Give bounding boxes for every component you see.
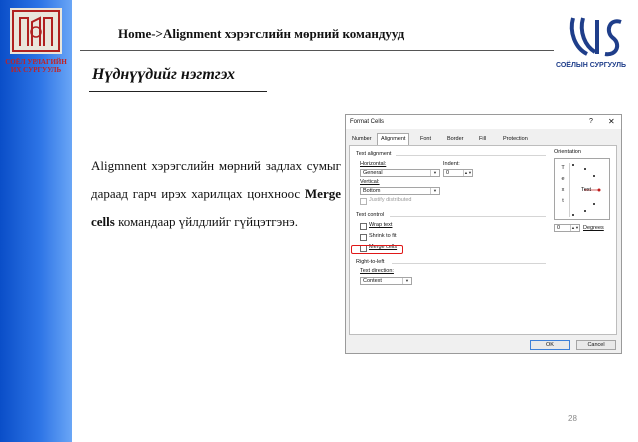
university-logo-icon bbox=[10, 8, 62, 54]
vertical-text-char: x bbox=[561, 187, 565, 193]
help-icon[interactable]: ? bbox=[589, 118, 593, 125]
cancel-button[interactable]: Cancel bbox=[576, 340, 616, 350]
group-divider bbox=[390, 216, 546, 217]
header-divider bbox=[80, 50, 554, 51]
text-control-group-label: Text control bbox=[356, 212, 385, 218]
degrees-label: Degrees bbox=[583, 225, 604, 231]
horizontal-select[interactable]: General ▼ bbox=[360, 169, 440, 177]
format-cells-dialog: Format Cells ? ✕ Number Alignment Font B… bbox=[345, 114, 622, 354]
vertical-text-char: e bbox=[561, 176, 565, 182]
degrees-spinner[interactable]: 0 ▲▼ bbox=[554, 224, 580, 232]
text-direction-select[interactable]: Context ▼ bbox=[360, 277, 412, 285]
vertical-label: Vertical: bbox=[360, 179, 380, 185]
vertical-select-value: Bottom bbox=[363, 188, 381, 194]
justify-distributed-checkbox[interactable] bbox=[360, 198, 367, 205]
vertical-text-char: t bbox=[562, 198, 564, 204]
horizontal-select-value: General bbox=[363, 170, 383, 176]
text-alignment-group-label: Text alignment bbox=[356, 151, 392, 157]
spinner-arrows-icon[interactable]: ▲▼ bbox=[463, 170, 472, 176]
close-icon[interactable]: ✕ bbox=[608, 117, 615, 126]
orientation-group-label: Orientation bbox=[554, 149, 581, 155]
text-direction-label: Text direction: bbox=[360, 268, 394, 274]
vertical-select[interactable]: Bottom ▼ bbox=[360, 187, 440, 195]
left-logo-caption: СОЁЛ УРЛАГИЙН ИХ СУРГУУЛЬ bbox=[5, 58, 67, 74]
ok-button[interactable]: OK bbox=[530, 340, 570, 350]
indent-label: Indent: bbox=[443, 161, 460, 167]
dialog-title: Format Cells bbox=[350, 119, 385, 125]
group-divider bbox=[396, 155, 546, 156]
slide-subtitle: Нүднүүдийг нэгтгэх bbox=[92, 66, 236, 83]
tab-border[interactable]: Border bbox=[444, 134, 467, 144]
text-direction-value: Context bbox=[363, 278, 382, 284]
subtitle-underline bbox=[89, 91, 267, 92]
indent-value: 0 bbox=[446, 170, 450, 176]
school-logo-icon bbox=[569, 17, 622, 57]
chevron-down-icon: ▼ bbox=[402, 278, 411, 284]
right-logo-caption: СОЁЛЫН СУРГУУЛЬ bbox=[555, 62, 627, 69]
slide-header-title: Home->Alignment хэрэгслийн мөрний команд… bbox=[118, 26, 405, 41]
orientation-control[interactable]: T e x t Text bbox=[554, 158, 610, 220]
wrap-text-checkbox[interactable] bbox=[360, 223, 367, 230]
alignment-panel: Text alignment Horizontal: General ▼ Ind… bbox=[349, 145, 617, 335]
horizontal-label: Horizontal: bbox=[360, 161, 387, 167]
dialog-titlebar: Format Cells ? ✕ bbox=[346, 115, 621, 129]
merge-cells-highlight bbox=[351, 245, 403, 254]
group-divider bbox=[392, 263, 546, 264]
body-text-part1: Aligmnent хэрэгслийн мөрний задлах сумыг… bbox=[91, 158, 341, 201]
tab-font[interactable]: Font bbox=[417, 134, 434, 144]
vertical-text-toggle[interactable]: T e x t bbox=[557, 163, 570, 217]
indent-spinner[interactable]: 0 ▲▼ bbox=[443, 169, 473, 177]
chevron-down-icon: ▼ bbox=[430, 188, 439, 194]
shrink-to-fit-label: Shrink to fit bbox=[369, 233, 397, 239]
shrink-to-fit-checkbox[interactable] bbox=[360, 234, 367, 241]
wrap-text-label: Wrap text bbox=[369, 222, 393, 228]
spinner-arrows-icon[interactable]: ▲▼ bbox=[570, 225, 579, 231]
tab-fill[interactable]: Fill bbox=[476, 134, 489, 144]
page-number: 28 bbox=[568, 414, 577, 423]
justify-distributed-label: Justify distributed bbox=[369, 197, 412, 203]
tab-protection[interactable]: Protection bbox=[500, 134, 531, 144]
body-text-part2: командаар үйлдлийг гүйцэтгэнэ. bbox=[114, 214, 299, 229]
degrees-value: 0 bbox=[557, 225, 561, 231]
right-to-left-group-label: Right-to-left bbox=[356, 259, 385, 265]
tab-number[interactable]: Number bbox=[349, 134, 375, 144]
body-paragraph: Aligmnent хэрэгслийн мөрний задлах сумыг… bbox=[91, 152, 341, 236]
chevron-down-icon: ▼ bbox=[430, 170, 439, 176]
vertical-text-char: T bbox=[561, 165, 565, 171]
rotated-text-label: Text bbox=[581, 187, 592, 193]
